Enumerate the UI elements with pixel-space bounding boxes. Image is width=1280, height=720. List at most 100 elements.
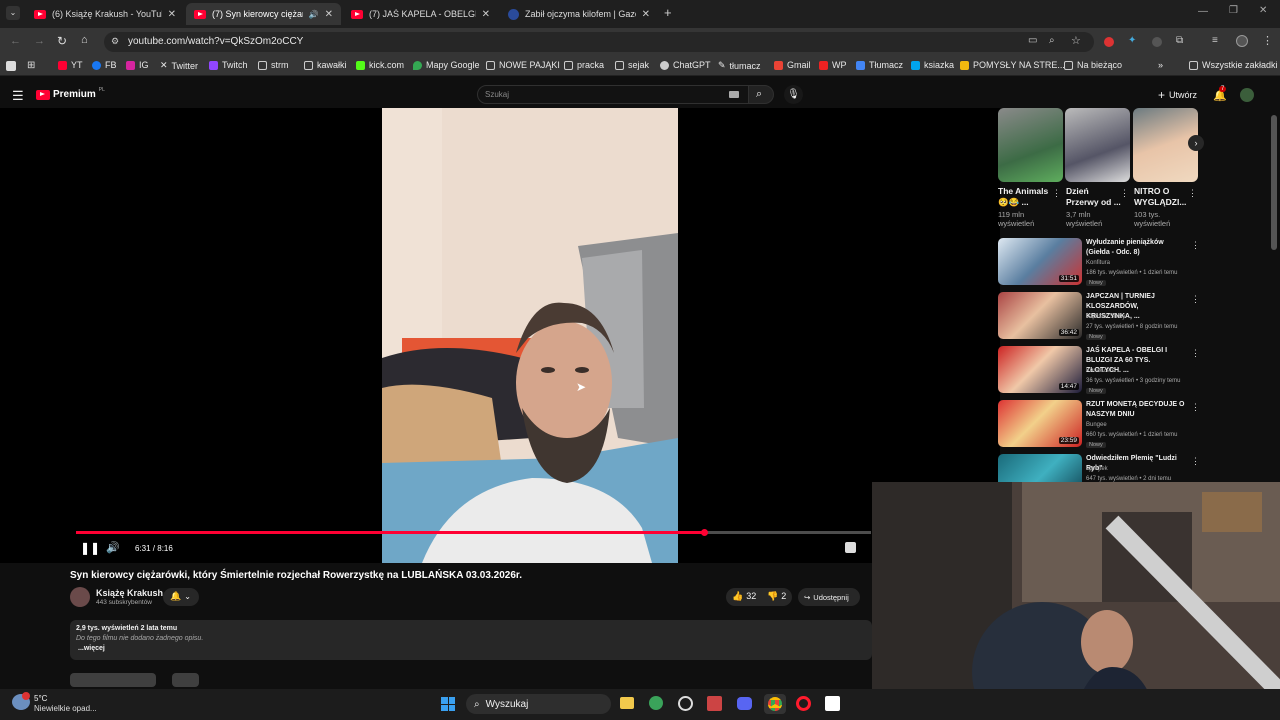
scrollbar-thumb[interactable] xyxy=(1271,115,1277,250)
short-thumbnail[interactable] xyxy=(998,108,1063,182)
weather-description[interactable]: Niewielkie opad... xyxy=(34,704,97,713)
app-icon[interactable] xyxy=(707,696,722,711)
recommended-video[interactable]: 31:51 Wyłudzanie pieniążków (Giełda - Od… xyxy=(998,238,1198,286)
youtube-logo[interactable]: Premium PL xyxy=(36,87,105,100)
bookmark-chatgpt[interactable]: ChatGPT xyxy=(660,60,711,70)
obs-icon[interactable] xyxy=(825,696,840,711)
maximize-button[interactable]: ❐ xyxy=(1229,5,1238,16)
recommended-video[interactable]: Odwiedziłem Plemię "Ludzi Ryb" ojwojtek … xyxy=(998,454,1198,482)
autoplay-icon[interactable] xyxy=(845,542,856,553)
windows-start-icon[interactable] xyxy=(441,697,455,711)
search-input[interactable]: Szukaj xyxy=(477,85,750,104)
menu-kebab-icon[interactable]: ⋮ xyxy=(1262,34,1273,47)
more-options-icon[interactable]: ⋮ xyxy=(1191,348,1200,359)
search-button[interactable]: ⌕ xyxy=(748,85,774,104)
bookmark-twitter[interactable]: ✕ Twitter xyxy=(160,60,198,71)
next-arrow-button[interactable]: › xyxy=(1188,135,1204,151)
close-icon[interactable]: ✕ xyxy=(168,9,176,20)
voice-search-button[interactable]: 🎙 xyxy=(784,85,803,104)
minimize-button[interactable]: — xyxy=(1198,6,1208,17)
weather-temperature[interactable]: 5°C xyxy=(34,694,47,703)
bookmark-twitch[interactable]: Twitch xyxy=(209,60,248,70)
recommended-video[interactable]: 23:59 RZUT MONETĄ DECYDUJE O NASZYM DNIU… xyxy=(998,400,1198,448)
back-icon[interactable]: ← xyxy=(10,35,21,47)
tab-3[interactable]: (7) JAŚ KAPELA - OBELGI I BLUZ ✕ xyxy=(343,3,498,25)
more-options-icon[interactable]: ⋮ xyxy=(1191,294,1200,305)
show-more-link[interactable]: ...więcej xyxy=(78,645,105,652)
create-button[interactable]: + Utwórz xyxy=(1158,88,1197,102)
bookmark-folder-pracka[interactable]: pracka xyxy=(564,60,604,70)
grid-icon[interactable]: ⊞ xyxy=(27,60,35,71)
tab-4[interactable]: Zabił ojczyma kilofem | Gazeta ✕ xyxy=(500,3,658,25)
bookmark-kick[interactable]: kick.com xyxy=(356,60,404,70)
extension-icon[interactable]: ✦ xyxy=(1128,35,1136,46)
share-button[interactable]: ↪ Udostępnij xyxy=(798,588,860,606)
more-options-icon[interactable]: ⋮ xyxy=(1120,188,1129,199)
forward-icon[interactable]: → xyxy=(34,35,45,47)
channel-name[interactable]: Książę Krakush xyxy=(96,588,163,598)
app-icon[interactable] xyxy=(678,696,693,711)
tab-search-button[interactable]: ⌄ xyxy=(6,6,20,20)
bookmark-wp[interactable]: WP xyxy=(819,60,847,70)
home-icon[interactable]: ⌂ xyxy=(81,34,88,46)
hamburger-menu-icon[interactable]: ☰ xyxy=(12,88,24,104)
bookmark-folder-na-biezaco[interactable]: Na bieżąco xyxy=(1064,60,1122,70)
media-icon[interactable]: ≡ xyxy=(1212,35,1218,46)
shield-icon[interactable] xyxy=(649,696,663,710)
short-title[interactable]: The Animals 🥺😂 ... xyxy=(998,186,1054,208)
extensions-puzzle-icon[interactable]: ⧉ xyxy=(1176,35,1183,46)
more-options-icon[interactable]: ⋮ xyxy=(1191,456,1200,467)
profile-avatar[interactable] xyxy=(1236,35,1248,47)
subscribed-bell-button[interactable]: 🔔 ⌄ xyxy=(163,588,199,606)
opera-icon[interactable] xyxy=(796,696,811,711)
bookmark-pomysly[interactable]: POMYSŁY NA STRE... xyxy=(960,60,1065,70)
user-avatar[interactable] xyxy=(1240,88,1254,102)
bookmark-folder-pajaki[interactable]: NOWE PAJĄKI xyxy=(486,60,560,70)
close-icon[interactable]: ✕ xyxy=(325,9,333,20)
zoom-icon[interactable]: ⌕ xyxy=(1049,35,1055,46)
bookmark-ig[interactable]: IG xyxy=(126,60,149,70)
reload-icon[interactable]: ↻ xyxy=(57,34,67,48)
bookmark-tlumacz-2[interactable]: Tłumacz xyxy=(856,60,903,70)
apps-icon[interactable] xyxy=(6,61,16,71)
short-thumbnail[interactable] xyxy=(1065,108,1130,182)
all-bookmarks[interactable]: Wszystkie zakładki xyxy=(1189,60,1278,70)
tab-2-active[interactable]: (7) Syn kierowcy ciężarówki 🔊 ✕ xyxy=(186,3,341,25)
bookmark-fb[interactable]: FB xyxy=(92,60,117,70)
close-icon[interactable]: ✕ xyxy=(482,9,490,20)
more-options-icon[interactable]: ⋮ xyxy=(1188,188,1197,199)
recommended-video[interactable]: 14:47 JAŚ KAPELA - OBELGI I BLUZGI ZA 60… xyxy=(998,346,1198,394)
more-options-icon[interactable]: ⋮ xyxy=(1052,188,1061,199)
video-frame[interactable] xyxy=(382,108,678,563)
short-title[interactable]: Dzień Przerwy od ... xyxy=(1066,186,1122,208)
speaker-icon[interactable]: 🔊 xyxy=(309,10,319,19)
install-app-icon[interactable]: ▭ xyxy=(1028,35,1037,46)
bookmark-tlumacz[interactable]: ✎ tłumacz xyxy=(718,60,761,71)
pause-button[interactable]: ❚❚ xyxy=(80,541,100,555)
star-icon[interactable]: ☆ xyxy=(1071,34,1081,47)
bookmark-maps[interactable]: Mapy Google xyxy=(413,60,480,70)
record-extension-icon[interactable] xyxy=(1104,37,1114,47)
recommended-video[interactable]: 36:42 JAPCZAN | TURNIEJ KLOSZARDÓW, KRUS… xyxy=(998,292,1198,340)
like-button[interactable]: 👍 32 xyxy=(732,591,756,602)
url-text[interactable]: youtube.com/watch?v=QkSzOm2oCCY xyxy=(128,36,303,47)
taskbar-search[interactable]: ⌕ Wyszukaj xyxy=(466,694,611,714)
window-close-button[interactable]: ✕ xyxy=(1259,5,1267,16)
bookmark-ksiazka[interactable]: ksiazka xyxy=(911,60,954,70)
keyboard-icon[interactable] xyxy=(729,91,739,98)
file-explorer-icon[interactable] xyxy=(620,697,634,709)
bookmark-yt[interactable]: YT xyxy=(58,60,83,70)
bookmark-folder-strm[interactable]: strm xyxy=(258,60,289,70)
channel-avatar[interactable] xyxy=(70,587,90,607)
close-icon[interactable]: ✕ xyxy=(642,9,650,20)
extension-icon[interactable] xyxy=(1152,37,1162,47)
bookmark-folder-sejak[interactable]: sejak xyxy=(615,60,649,70)
discord-icon[interactable] xyxy=(737,697,752,710)
bookmark-gmail[interactable]: Gmail xyxy=(774,60,811,70)
volume-button[interactable]: 🔊 xyxy=(106,541,120,554)
more-options-icon[interactable]: ⋮ xyxy=(1191,240,1200,251)
progress-scrubber[interactable] xyxy=(701,529,709,536)
new-tab-button[interactable]: + xyxy=(664,5,672,20)
bookmarks-overflow-icon[interactable]: » xyxy=(1158,60,1163,70)
bookmark-folder-kawalki[interactable]: kawałki xyxy=(304,60,347,70)
